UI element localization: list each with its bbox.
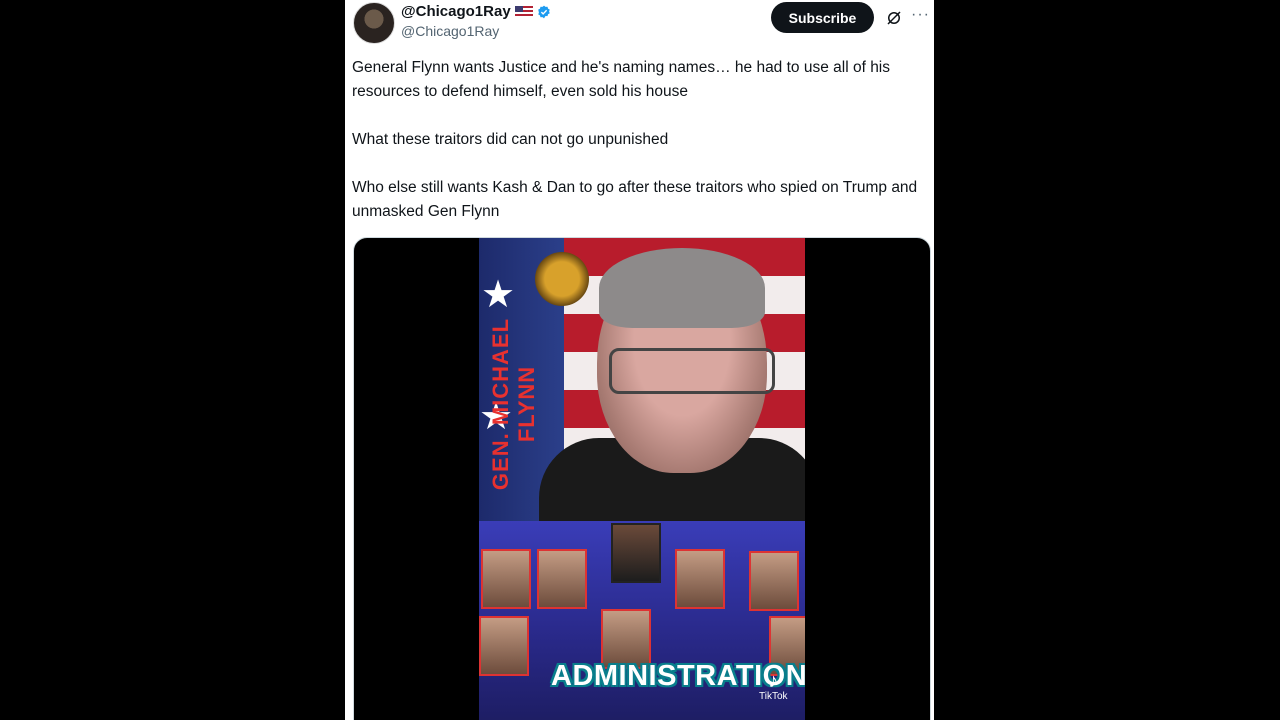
glasses: [609, 348, 775, 394]
verified-badge-icon: [537, 5, 550, 18]
avatar[interactable]: [353, 2, 395, 44]
interview-frame: ★ ★ GEN. MICHAEL FLYNN: [479, 238, 805, 558]
more-options-icon[interactable]: ···: [911, 6, 930, 24]
tweet-paragraph: Who else still wants Kash & Dan to go af…: [352, 179, 918, 220]
tiktok-watermark: ♪ TikTok: [759, 671, 788, 702]
officials-graphic: ADMINISTRATION ♪ TikTok: [479, 521, 805, 720]
emblem-icon: [535, 252, 589, 306]
portrait: [675, 549, 725, 609]
us-flag-icon: [514, 5, 533, 18]
portrait: [611, 523, 661, 583]
portrait: [537, 549, 587, 609]
tiktok-label: TikTok: [759, 691, 788, 702]
portrait: [481, 549, 531, 609]
tweet-paragraph: What these traitors did can not go unpun…: [352, 131, 669, 148]
grok-icon[interactable]: [885, 9, 903, 27]
author-display-name[interactable]: @Chicago1Ray: [401, 3, 511, 20]
tweet-text: General Flynn wants Justice and he's nam…: [352, 56, 932, 248]
author-name-row: @Chicago1Ray: [401, 3, 551, 20]
tweet-card: @Chicago1Ray @Chicago1Ray Subscribe ··· …: [345, 0, 934, 720]
speaker-hair: [599, 248, 765, 328]
subscribe-button[interactable]: Subscribe: [771, 2, 874, 33]
author-handle[interactable]: @Chicago1Ray: [401, 23, 499, 39]
name-overlay: GEN. MICHAEL FLYNN: [488, 317, 539, 491]
tiktok-icon: ♪: [768, 670, 779, 692]
portrait: [479, 616, 529, 676]
tweet-paragraph: General Flynn wants Justice and he's nam…: [352, 59, 891, 100]
portrait: [749, 551, 799, 611]
media-container[interactable]: ★ ★ GEN. MICHAEL FLYNN ADMINISTRATION ♪ …: [353, 237, 931, 720]
video-player[interactable]: ★ ★ GEN. MICHAEL FLYNN ADMINISTRATION ♪ …: [479, 238, 805, 720]
